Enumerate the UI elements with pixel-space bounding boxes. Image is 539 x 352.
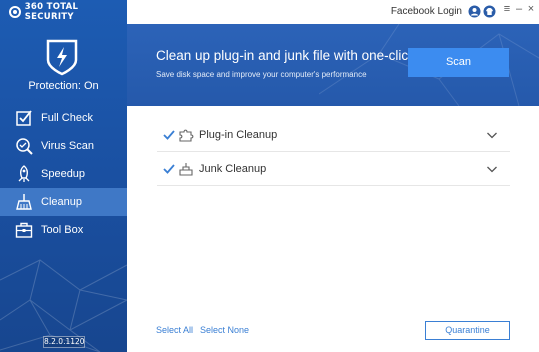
sidebar-nav: Full Check Virus Scan Speedup Cleanup To… — [0, 104, 127, 244]
junk-icon — [179, 162, 193, 176]
list-item-plugin-cleanup[interactable]: Plug-in Cleanup — [157, 118, 510, 152]
check-icon[interactable] — [163, 129, 175, 141]
rocket-icon — [18, 165, 30, 182]
sidebar-item-label: Tool Box — [41, 224, 84, 236]
title-bar: Facebook Login ≡ – × — [127, 0, 539, 24]
scan-button[interactable]: Scan — [408, 48, 509, 77]
app-brand: 360 TOTAL SECURITY — [9, 2, 127, 22]
facebook-login-link[interactable]: Facebook Login — [391, 6, 462, 17]
avatar-icon[interactable] — [468, 5, 481, 18]
select-all-link[interactable]: Select All — [156, 325, 193, 335]
puzzle-icon — [179, 129, 194, 142]
check-icon[interactable] — [163, 163, 175, 175]
virus-scan-icon — [16, 138, 33, 155]
sidebar-item-cleanup[interactable]: Cleanup — [0, 188, 127, 216]
sidebar-item-speedup[interactable]: Speedup — [0, 160, 127, 188]
list-item-label: Junk Cleanup — [199, 162, 267, 175]
cleanup-list: Plug-in Cleanup Junk Cleanup — [157, 118, 510, 186]
menu-icon[interactable]: ≡ — [501, 3, 513, 15]
select-none-link[interactable]: Select None — [200, 325, 249, 335]
sidebar-item-full-check[interactable]: Full Check — [0, 104, 127, 132]
sidebar-item-label: Virus Scan — [41, 140, 94, 152]
sidebar-item-label: Cleanup — [41, 196, 82, 208]
list-item-junk-cleanup[interactable]: Junk Cleanup — [157, 152, 510, 186]
protection-status: Protection: On — [28, 80, 99, 92]
banner-subtitle: Save disk space and improve your compute… — [156, 70, 367, 79]
shirt-icon[interactable] — [483, 5, 496, 18]
brand-text: 360 TOTAL SECURITY — [24, 2, 79, 22]
360-logo-icon — [9, 6, 21, 18]
chevron-down-icon[interactable] — [486, 129, 498, 141]
close-icon[interactable]: × — [525, 3, 537, 15]
chevron-down-icon[interactable] — [486, 163, 498, 175]
version-label: 8.2.0.1120 — [43, 336, 85, 348]
sidebar-item-label: Full Check — [41, 112, 93, 124]
checkbox-icon — [16, 110, 32, 126]
sidebar-item-label: Speedup — [41, 168, 86, 180]
minimize-icon[interactable]: – — [513, 3, 525, 15]
broom-icon — [16, 194, 32, 210]
toolbox-icon — [15, 222, 33, 238]
quarantine-button[interactable]: Quarantine — [425, 321, 510, 340]
banner-title: Clean up plug-in and junk file with one-… — [156, 48, 415, 63]
sidebar-item-tool-box[interactable]: Tool Box — [0, 216, 127, 244]
cleanup-banner: Clean up plug-in and junk file with one-… — [127, 24, 539, 106]
list-item-label: Plug-in Cleanup — [199, 128, 278, 141]
sidebar: 360 TOTAL SECURITY Protection: On Full C… — [0, 0, 127, 352]
shield-icon — [46, 39, 78, 76]
sidebar-item-virus-scan[interactable]: Virus Scan — [0, 132, 127, 160]
